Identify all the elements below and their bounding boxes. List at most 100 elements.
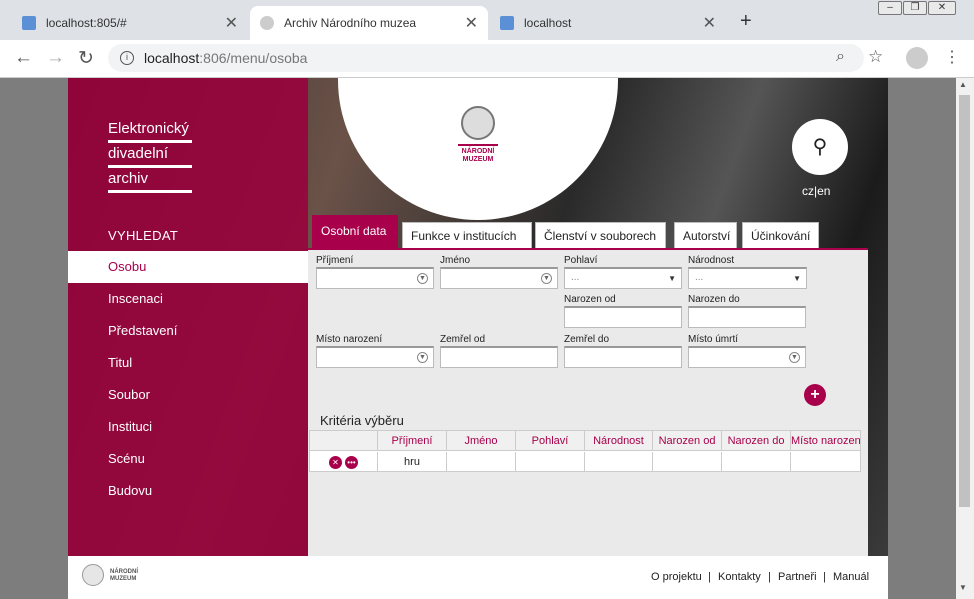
- museum-seal-icon: [82, 564, 104, 586]
- browser-tab-active[interactable]: Archiv Národního muzea ✕: [250, 6, 488, 40]
- page-viewport: Elektronický divadelní archiv VYHLEDAT O…: [0, 78, 956, 599]
- menu-kebab-icon[interactable]: ⋮: [944, 47, 960, 67]
- lang-en-link[interactable]: en: [817, 184, 830, 198]
- logo-text-line: NÁRODNÍ: [461, 148, 495, 155]
- back-icon[interactable]: ←: [14, 47, 33, 69]
- museum-logo[interactable]: NÁRODNÍ MUZEUM: [456, 106, 500, 168]
- misto-narozeni-field[interactable]: ▼: [316, 346, 434, 368]
- browser-tab-title: localhost:805/#: [46, 16, 127, 30]
- footer: NÁRODNÍ MUZEUM O projektu | Kontakty | P…: [68, 556, 888, 599]
- narozen-od-label: Narozen od: [564, 294, 616, 305]
- browser-tab-title: localhost: [524, 16, 572, 30]
- browser-tab[interactable]: localhost:805/# ✕: [12, 6, 248, 40]
- sidebar-item-predstaveni[interactable]: Představení: [68, 315, 308, 347]
- misto-umrti-field[interactable]: ▼: [688, 346, 806, 368]
- footer-logo-line: MUZEUM: [110, 576, 137, 582]
- zemrel-do-field[interactable]: [564, 346, 682, 368]
- close-window-button[interactable]: ✕: [928, 1, 956, 15]
- scroll-down-icon[interactable]: ▼: [959, 583, 967, 592]
- table-header[interactable]: Narozen do: [722, 431, 791, 451]
- table-cell: [653, 452, 722, 472]
- site-title[interactable]: Elektronický divadelní archiv: [108, 118, 192, 193]
- footer-link-o-projektu[interactable]: O projektu: [651, 571, 702, 583]
- tab-osobni-data[interactable]: Osobní data: [312, 215, 398, 248]
- table-cell: [310, 452, 378, 472]
- footer-separator: |: [708, 571, 711, 583]
- chevron-down-icon: ▼: [793, 274, 801, 283]
- logo-divider: [458, 144, 498, 146]
- table-cell: [585, 452, 653, 472]
- zemrel-od-label: Zemřel od: [440, 334, 486, 345]
- table-header[interactable]: Místo narozen: [791, 431, 861, 451]
- browser-tab[interactable]: localhost ✕: [490, 6, 726, 40]
- sidebar-item-inscenaci[interactable]: Inscenaci: [68, 283, 308, 315]
- jmeno-field[interactable]: ▼: [440, 267, 558, 289]
- zemrel-od-field[interactable]: [440, 346, 558, 368]
- footer-logo[interactable]: NÁRODNÍ MUZEUM: [82, 564, 152, 590]
- narodnost-label: Národnost: [688, 255, 735, 266]
- pohlavi-label: Pohlaví: [564, 255, 598, 266]
- sidebar-item-instituci[interactable]: Instituci: [68, 411, 308, 443]
- site-title-line: archiv: [108, 168, 192, 193]
- narodnost-select[interactable]: ... ▼: [688, 267, 807, 289]
- footer-link-partneri[interactable]: Partneři: [778, 571, 817, 583]
- sidebar-item-budovu[interactable]: Budovu: [68, 475, 308, 507]
- table-header-actions: [310, 431, 378, 451]
- url-path: :806/menu/osoba: [199, 50, 308, 66]
- close-tab-icon[interactable]: ✕: [703, 13, 716, 33]
- sidebar-item-scenu[interactable]: Scénu: [68, 443, 308, 475]
- pohlavi-select[interactable]: ... ▼: [564, 267, 682, 289]
- star-icon[interactable]: ☆: [868, 47, 883, 67]
- table-header[interactable]: Pohlaví: [516, 431, 585, 451]
- scroll-up-icon[interactable]: ▲: [959, 80, 967, 89]
- tab-autorstvi[interactable]: Autorství: [674, 222, 737, 248]
- table-header[interactable]: Narozen od: [653, 431, 722, 451]
- search-heading: VYHLEDAT: [108, 228, 179, 243]
- sidebar-item-titul[interactable]: Titul: [68, 347, 308, 379]
- forward-icon[interactable]: →: [46, 47, 65, 69]
- close-tab-icon[interactable]: ✕: [465, 13, 478, 33]
- dropdown-icon: ▼: [541, 273, 552, 284]
- table-header[interactable]: Jméno: [447, 431, 516, 451]
- table-cell: hru: [378, 452, 447, 472]
- table-cell: [791, 452, 861, 472]
- zoom-icon[interactable]: ⌕: [836, 48, 845, 66]
- lang-cz-link[interactable]: cz: [802, 184, 814, 198]
- footer-link-kontakty[interactable]: Kontakty: [718, 571, 761, 583]
- info-icon[interactable]: i: [120, 51, 134, 65]
- narozen-do-label: Narozen do: [688, 294, 740, 305]
- table-header[interactable]: Příjmení: [378, 431, 447, 451]
- profile-avatar[interactable]: [906, 47, 928, 69]
- minimize-button[interactable]: –: [878, 1, 902, 15]
- url-host: localhost: [144, 50, 200, 66]
- close-tab-icon[interactable]: ✕: [225, 13, 238, 33]
- new-tab-button[interactable]: +: [740, 10, 752, 33]
- site-container: Elektronický divadelní archiv VYHLEDAT O…: [68, 78, 888, 599]
- museum-seal-icon: [461, 106, 495, 140]
- sidebar-item-soubor[interactable]: Soubor: [68, 379, 308, 411]
- footer-separator: |: [823, 571, 826, 583]
- reload-icon[interactable]: ↻: [78, 47, 94, 70]
- dropdown-icon: ▼: [417, 352, 428, 363]
- scrollbar-thumb[interactable]: [959, 95, 970, 507]
- site-title-line: Elektronický: [108, 118, 192, 143]
- add-criterion-button[interactable]: +: [804, 384, 826, 406]
- tab-ucinkovani[interactable]: Účinkování: [742, 222, 819, 248]
- sidebar: Elektronický divadelní archiv VYHLEDAT O…: [68, 78, 308, 556]
- sidebar-item-osobu[interactable]: Osobu: [68, 251, 308, 283]
- url-field[interactable]: i localhost:806/menu/osoba: [108, 44, 864, 72]
- prijmeni-field[interactable]: ▼: [316, 267, 434, 289]
- language-switch: cz|en: [802, 184, 830, 198]
- narozen-od-field[interactable]: [564, 306, 682, 328]
- tab-clenstvi[interactable]: Členství v souborech: [535, 222, 666, 248]
- footer-link-manual[interactable]: Manuál: [833, 571, 869, 583]
- search-button[interactable]: ⚲: [792, 119, 848, 175]
- tab-funkce[interactable]: Funkce v institucích: [402, 222, 532, 248]
- table-header[interactable]: Národnost: [585, 431, 653, 451]
- dropdown-icon: ▼: [789, 352, 800, 363]
- footer-logo-text: NÁRODNÍ MUZEUM: [110, 569, 138, 583]
- misto-narozeni-label: Místo narození: [316, 334, 383, 345]
- narozen-do-field[interactable]: [688, 306, 806, 328]
- narodnost-placeholder: ...: [695, 272, 704, 283]
- maximize-button[interactable]: ❐: [903, 1, 927, 15]
